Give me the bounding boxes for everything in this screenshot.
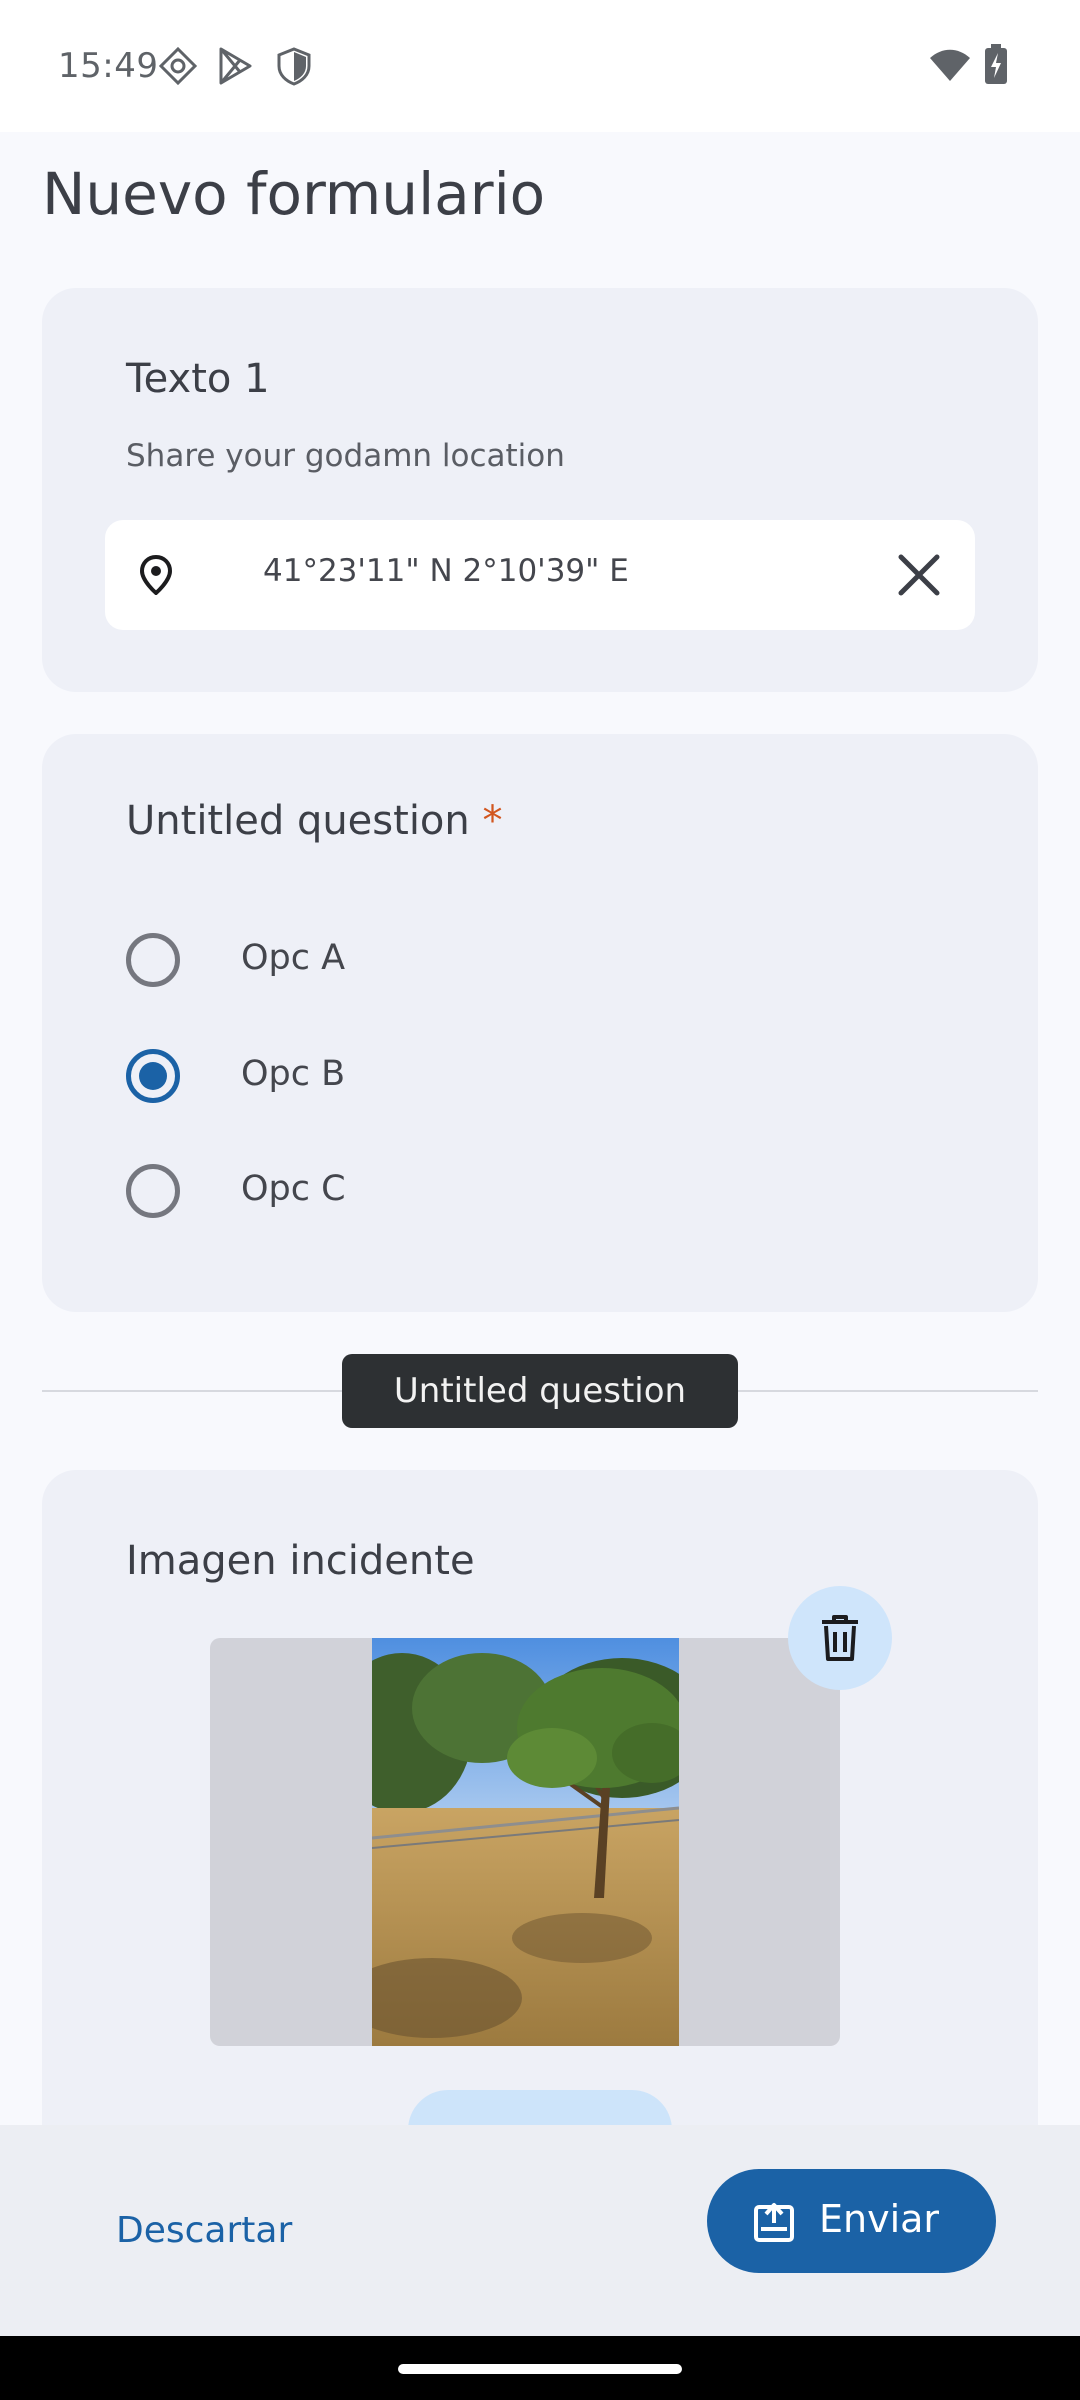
- radio-option-label: Opc A: [241, 938, 346, 978]
- radio-option[interactable]: Opc B: [126, 1046, 726, 1106]
- shield-icon: [276, 46, 312, 86]
- page-title: Nuevo formulario: [42, 160, 546, 228]
- tooltip: Untitled question: [342, 1354, 738, 1428]
- status-bar: 15:49: [0, 0, 1080, 132]
- radio-option-label: Opc B: [241, 1054, 346, 1094]
- status-time: 15:49: [58, 46, 159, 86]
- radio-question-card: Untitled question * Opc A Opc B Opc C: [42, 734, 1038, 1312]
- question-title: Imagen incidente: [126, 1538, 475, 1584]
- navigation-bar: [0, 2336, 1080, 2400]
- location-pin-icon: [139, 554, 173, 599]
- play-store-icon: [216, 46, 254, 86]
- radio-option-label: Opc C: [241, 1169, 346, 1209]
- battery-charging-icon: [984, 44, 1008, 84]
- wifi-icon: [928, 48, 972, 82]
- radio-button[interactable]: [126, 933, 180, 987]
- radio-option[interactable]: Opc C: [126, 1161, 726, 1221]
- discard-button[interactable]: Descartar: [88, 2191, 320, 2271]
- required-mark: *: [482, 798, 503, 844]
- close-icon[interactable]: [891, 547, 947, 603]
- question-description: Share your godamn location: [126, 438, 565, 474]
- bottom-action-bar: Descartar Enviar: [0, 2125, 1080, 2336]
- image-preview[interactable]: [210, 1638, 840, 2046]
- question-title: Texto 1: [126, 356, 270, 402]
- home-gesture-handle[interactable]: [398, 2364, 682, 2374]
- tree-photo: [372, 1638, 679, 2046]
- question-title-text: Untitled question: [126, 798, 470, 844]
- location-field[interactable]: 41°23'11" N 2°10'39" E: [105, 520, 975, 630]
- location-diamond-icon: [158, 46, 198, 86]
- radio-button[interactable]: [126, 1164, 180, 1218]
- radio-button-selected[interactable]: [126, 1049, 180, 1103]
- send-button[interactable]: Enviar: [707, 2169, 996, 2273]
- radio-option[interactable]: Opc A: [126, 930, 726, 990]
- location-value: 41°23'11" N 2°10'39" E: [263, 553, 629, 589]
- delete-image-button[interactable]: [788, 1586, 892, 1690]
- question-title: Untitled question *: [126, 798, 502, 844]
- send-button-label: Enviar: [819, 2197, 940, 2241]
- text-question-card: Texto 1 Share your godamn location 41°23…: [42, 288, 1038, 692]
